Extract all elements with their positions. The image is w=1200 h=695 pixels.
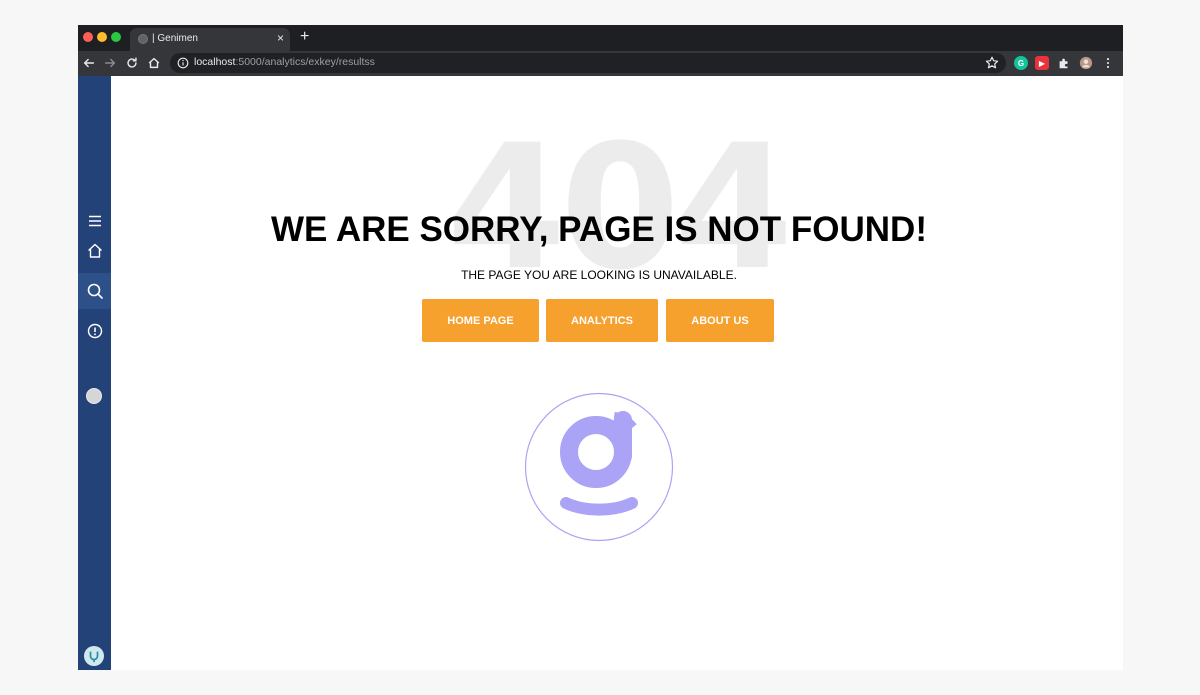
forward-icon[interactable] — [100, 53, 120, 73]
browser-toolbar: localhost:5000/analytics/exkey/resultss … — [78, 51, 1123, 76]
globe-icon — [138, 34, 148, 44]
browser-window: | Genimen × + localhost:5000/analytics/e… — [78, 25, 1123, 670]
sidebar-search-button[interactable] — [78, 273, 111, 309]
grammarly-icon[interactable]: G — [1014, 56, 1028, 70]
new-tab-button[interactable]: + — [300, 28, 309, 46]
browser-menu-icon[interactable] — [1098, 53, 1118, 73]
error-title: WE ARE SORRY, PAGE IS NOT FOUND! — [271, 210, 927, 249]
home-icon[interactable] — [144, 53, 164, 73]
address-bar[interactable]: localhost:5000/analytics/exkey/resultss — [170, 53, 1006, 73]
minimize-window-button[interactable] — [97, 32, 107, 42]
sidebar-info-button[interactable] — [78, 313, 111, 349]
info-icon[interactable] — [176, 56, 190, 70]
sidebar-home-button[interactable] — [78, 233, 111, 269]
url-text: localhost:5000/analytics/exkey/resultss — [194, 56, 375, 68]
tab-strip: | Genimen × + — [78, 25, 1123, 51]
search-icon — [87, 283, 103, 299]
back-icon[interactable] — [79, 53, 99, 73]
browser-tab[interactable]: | Genimen × — [130, 28, 290, 51]
home-icon — [87, 243, 102, 258]
analytics-button[interactable]: ANALYTICS — [546, 299, 658, 342]
info-icon — [87, 323, 102, 339]
tab-close-button[interactable]: × — [277, 31, 284, 45]
main-content: 404 WE ARE SORRY, PAGE IS NOT FOUND! THE… — [111, 76, 1123, 670]
tab-title: | Genimen — [152, 33, 198, 44]
profile-avatar[interactable] — [1076, 53, 1096, 73]
url-host: localhost — [194, 56, 236, 68]
close-window-button[interactable] — [83, 32, 93, 42]
user-avatar[interactable] — [84, 646, 104, 666]
home-page-button[interactable]: HOME PAGE — [422, 299, 539, 342]
screencast-icon[interactable]: ▶ — [1035, 56, 1049, 70]
sidebar-avatar[interactable] — [86, 388, 102, 404]
reload-icon[interactable] — [122, 53, 142, 73]
extensions-puzzle-icon[interactable] — [1054, 53, 1074, 73]
url-path: :5000/analytics/exkey/resultss — [235, 56, 375, 68]
sidebar — [78, 76, 111, 670]
genimen-logo — [524, 392, 674, 542]
about-us-button[interactable]: ABOUT US — [666, 299, 774, 342]
bookmark-star-icon[interactable] — [984, 55, 1000, 71]
user-icon — [89, 651, 99, 663]
error-subtitle: THE PAGE YOU ARE LOOKING IS UNAVAILABLE. — [461, 268, 737, 282]
maximize-window-button[interactable] — [111, 32, 121, 42]
menu-icon — [88, 215, 101, 227]
